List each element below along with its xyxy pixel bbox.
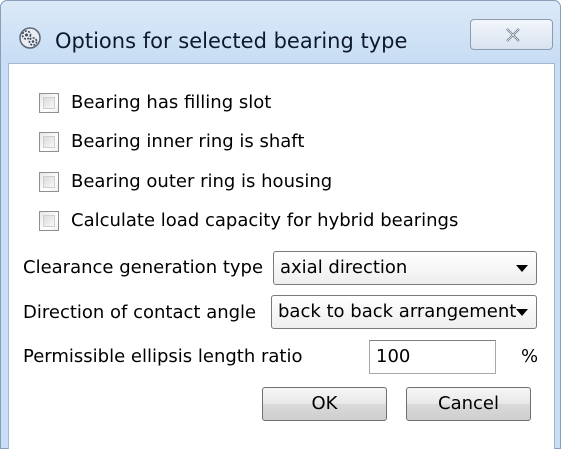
contact-angle-label: Direction of contact angle <box>23 302 257 323</box>
clearance-type-value: axial direction <box>280 257 408 278</box>
checkbox-label: Bearing inner ring is shaft <box>71 131 305 152</box>
gears-icon <box>18 26 42 50</box>
close-icon <box>506 28 520 42</box>
dialog-title: Options for selected bearing type <box>55 29 408 53</box>
dialog-content: Bearing has filling slot Bearing inner r… <box>8 63 555 449</box>
ellipsis-ratio-label: Permissible ellipsis length ratio <box>23 346 303 367</box>
contact-angle-value: back to back arrangement <box>278 301 517 322</box>
clearance-type-select[interactable]: axial direction <box>273 251 537 285</box>
cancel-button[interactable]: Cancel <box>406 387 531 421</box>
chevron-down-icon <box>516 309 528 316</box>
hybrid-bearings-checkbox[interactable] <box>39 211 59 231</box>
outer-ring-housing-checkbox[interactable] <box>39 172 59 192</box>
checkbox-label: Bearing has filling slot <box>71 92 272 113</box>
chevron-down-icon <box>516 265 528 272</box>
contact-angle-select[interactable]: back to back arrangement <box>271 295 537 329</box>
ellipsis-ratio-input[interactable]: 100 <box>369 340 496 374</box>
ellipsis-ratio-unit: % <box>521 346 539 367</box>
clearance-type-label: Clearance generation type <box>23 257 264 278</box>
filling-slot-checkbox[interactable] <box>39 93 59 113</box>
options-dialog: Options for selected bearing type Bearin… <box>0 0 561 449</box>
close-button[interactable] <box>470 19 553 50</box>
ok-button[interactable]: OK <box>262 387 387 421</box>
inner-ring-shaft-checkbox[interactable] <box>39 132 59 152</box>
title-bar[interactable]: Options for selected bearing type <box>1 1 560 63</box>
checkbox-label: Calculate load capacity for hybrid beari… <box>71 210 459 231</box>
checkbox-label: Bearing outer ring is housing <box>71 171 333 192</box>
